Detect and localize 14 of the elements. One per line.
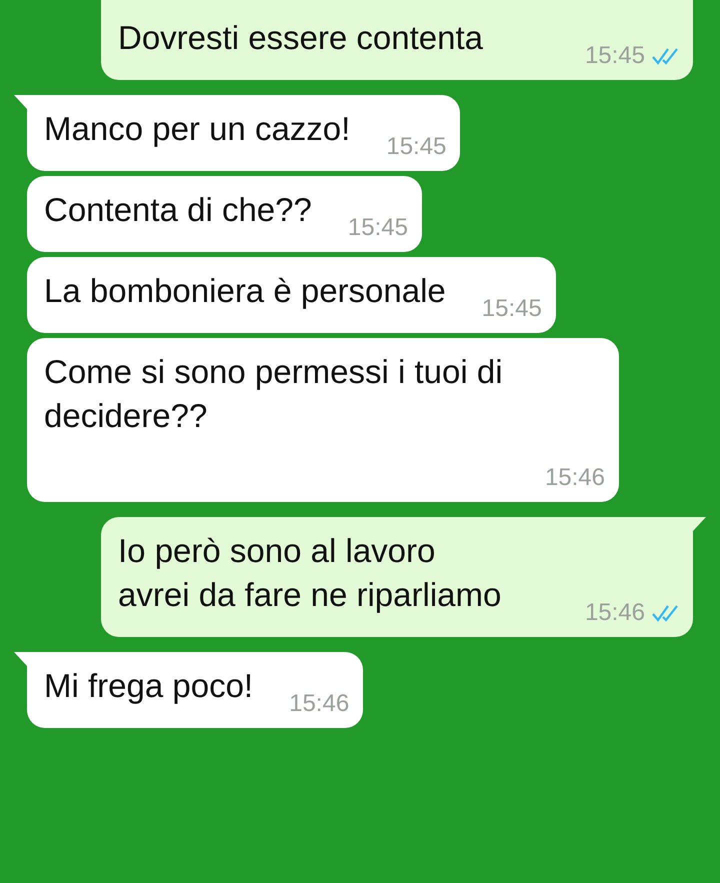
- message-text: Io però sono al lavoro avrei da fare ne riparliamo: [118, 531, 502, 615]
- message-text: Come si sono permessi i tuoi di decidere??: [44, 352, 504, 436]
- message-time: 15:46: [584, 598, 645, 628]
- message-time: 15:46: [544, 463, 605, 493]
- message-text: Mi frega poco!: [44, 666, 254, 706]
- message-text: La bomboniera è personale: [44, 271, 446, 311]
- message-time: 15:45: [482, 294, 542, 324]
- message-text: Manco per un cazzo!: [44, 109, 350, 149]
- message-text: Dovresti essere contenta: [118, 18, 484, 58]
- message-time: 15:45: [348, 213, 408, 243]
- message-time: 15:45: [584, 41, 645, 71]
- message-time: 15:46: [289, 689, 350, 719]
- message-time: 15:45: [386, 132, 446, 162]
- message-text: Contenta di che??: [44, 190, 312, 230]
